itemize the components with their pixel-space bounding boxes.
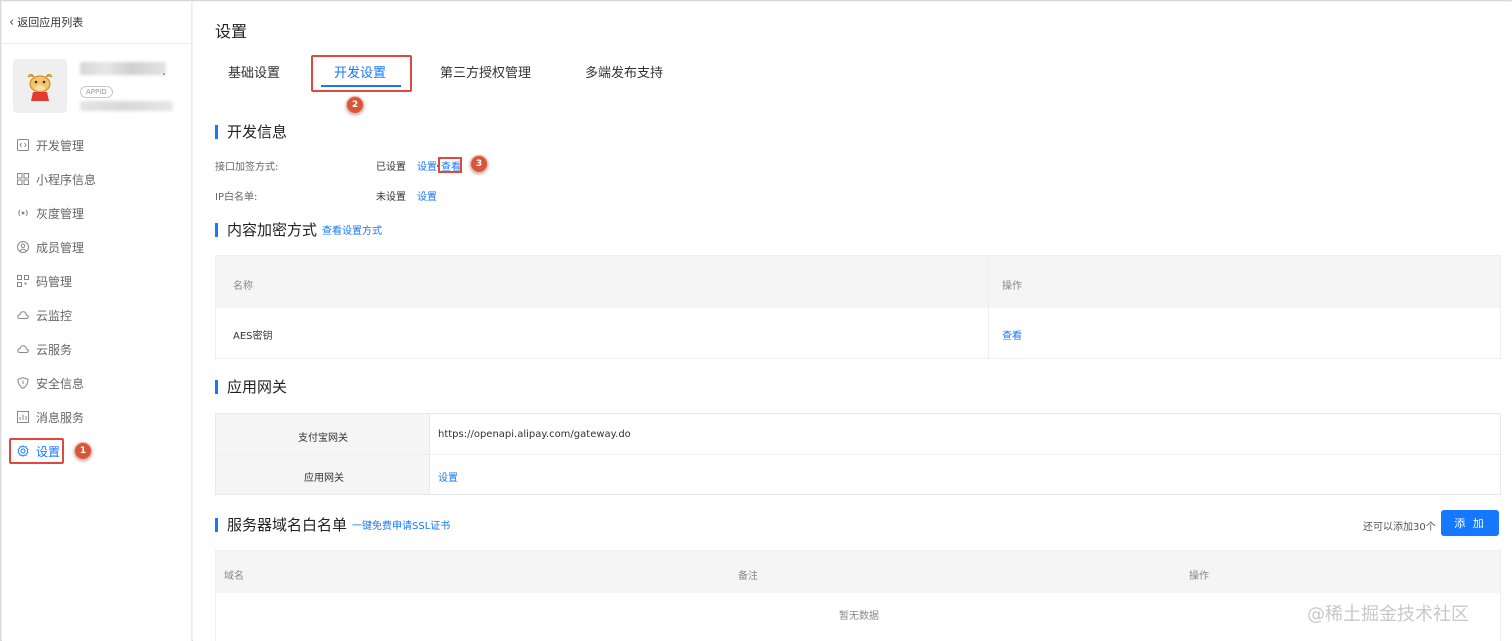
section-title: 服务器域名白名单 xyxy=(227,516,348,534)
sidebar-item-label: 云服务 xyxy=(36,342,73,357)
section-marker xyxy=(215,379,218,394)
tab-multi-platform[interactable]: 多端发布支持 xyxy=(585,62,663,81)
api-encrypt-label: 接口加签方式: xyxy=(215,162,279,173)
annotation-badge-1: 1 xyxy=(74,442,92,460)
back-to-app-list-link[interactable]: ‹ 返回应用列表 xyxy=(9,14,83,30)
app-gateway-set-link[interactable]: 设置 xyxy=(438,469,458,484)
qrcode-icon xyxy=(17,275,29,287)
gateway-table: 支付宝网关 https://openapi.alipay.com/gateway… xyxy=(215,413,1501,495)
broadcast-icon xyxy=(18,209,28,217)
section-marker xyxy=(215,124,218,139)
row-divider xyxy=(216,454,1500,455)
section-title: 应用网关 xyxy=(227,378,288,396)
chevron-left-icon: ‹ xyxy=(9,14,15,30)
remaining-count: 还可以添加30个 xyxy=(1363,522,1436,533)
main-panel: 设置 基础设置 开发设置 第三方授权管理 多端发布支持 2 开发信息 接口加签方… xyxy=(193,2,1512,641)
section-title: 开发信息 xyxy=(227,123,288,141)
app-avatar xyxy=(13,59,67,113)
col-remark-header: 备注 xyxy=(738,571,758,582)
sidebar-item-label: 成员管理 xyxy=(36,240,85,255)
cloud-icon xyxy=(17,345,29,353)
sidebar-item-member-management[interactable]: 成员管理 xyxy=(17,232,84,262)
section-gateway: 应用网关 xyxy=(215,376,287,397)
ip-whitelist-status: 未设置 xyxy=(376,192,406,203)
table-header xyxy=(216,256,1500,308)
app-name-masked xyxy=(80,62,166,75)
aes-key-view-link[interactable]: 查看 xyxy=(1002,327,1022,342)
view-link-highlight-box xyxy=(438,157,462,173)
sidebar-item-security-info[interactable]: 安全信息 xyxy=(17,368,84,398)
col-action-header: 操作 xyxy=(1189,571,1209,582)
alipay-gateway-label: 支付宝网关 xyxy=(298,433,348,444)
cloud-icon xyxy=(17,311,29,319)
sidebar-item-label: 开发管理 xyxy=(36,138,85,153)
divider xyxy=(2,43,192,44)
grid-icon xyxy=(17,173,29,185)
table-header xyxy=(216,551,1500,593)
sidebar-item-dev-management[interactable]: 开发管理 xyxy=(17,130,84,160)
annotation-badge-3: 3 xyxy=(470,155,488,173)
sidebar-item-code-management[interactable]: 码管理 xyxy=(17,266,72,296)
empty-state-text: 暂无数据 xyxy=(839,611,879,622)
sidebar-item-label: 云监控 xyxy=(36,308,73,323)
tab-highlight-box xyxy=(311,55,412,92)
section-dev-info: 开发信息 xyxy=(215,121,287,142)
view-setup-method-link[interactable]: 查看设置方式 xyxy=(322,222,382,237)
sidebar-item-cloud-monitor[interactable]: 云监控 xyxy=(17,300,72,330)
sidebar-item-label: 码管理 xyxy=(36,274,73,289)
aes-key-name: AES密钥 xyxy=(233,331,273,342)
sidebar-item-label: 消息服务 xyxy=(36,410,85,425)
app-gateway-label: 应用网关 xyxy=(304,473,344,484)
column-divider xyxy=(988,256,989,358)
col-action-header: 操作 xyxy=(1002,281,1022,292)
cow-mascot-icon xyxy=(27,74,53,101)
sidebar-item-miniapp-info[interactable]: 小程序信息 xyxy=(17,164,96,194)
col-name-header: 名称 xyxy=(233,281,253,292)
sidebar-item-label: 灰度管理 xyxy=(36,206,85,221)
annotation-badge-2: 2 xyxy=(346,96,364,114)
sidebar: ‹ 返回应用列表 . APPID 开发管理 小程序信息 灰度管理 成员管理 码管… xyxy=(2,2,192,641)
section-content-encrypt: 内容加密方式 查看设置方式 xyxy=(215,219,382,240)
sidebar-item-label: 安全信息 xyxy=(36,376,85,391)
section-marker xyxy=(215,222,218,237)
user-circle-icon xyxy=(17,241,29,253)
ip-whitelist-label: IP白名单: xyxy=(215,192,258,203)
shield-icon xyxy=(17,377,29,389)
watermark: @稀土掘金技术社区 xyxy=(1307,604,1469,625)
chart-icon xyxy=(17,411,29,423)
api-encrypt-set-link[interactable]: 设置 xyxy=(417,158,437,173)
content-encrypt-table: 名称 操作 AES密钥 查看 xyxy=(215,255,1501,359)
section-title: 内容加密方式 xyxy=(227,221,318,239)
sidebar-item-label: 小程序信息 xyxy=(36,172,97,187)
page-title: 设置 xyxy=(215,22,248,41)
ssl-cert-link[interactable]: 一键免费申请SSL证书 xyxy=(352,517,450,532)
api-encrypt-status: 已设置 xyxy=(376,162,406,173)
col-domain-header: 域名 xyxy=(224,571,244,582)
appid-masked xyxy=(80,101,173,111)
app-name-suffix: . xyxy=(162,64,166,78)
code-icon xyxy=(17,139,29,151)
sidebar-item-gray-release[interactable]: 灰度管理 xyxy=(17,198,84,228)
domain-whitelist-table: 域名 备注 操作 xyxy=(215,550,1501,641)
alipay-gateway-url: https://openapi.alipay.com/gateway.do xyxy=(438,429,631,440)
sidebar-item-cloud-service[interactable]: 云服务 xyxy=(17,334,72,364)
sidebar-item-message-service[interactable]: 消息服务 xyxy=(17,402,84,432)
add-domain-button[interactable]: 添 加 xyxy=(1441,510,1499,536)
back-label: 返回应用列表 xyxy=(17,16,84,29)
tab-third-party-auth[interactable]: 第三方授权管理 xyxy=(440,62,531,81)
app-frame: ‹ 返回应用列表 . APPID 开发管理 小程序信息 灰度管理 成员管理 码管… xyxy=(0,0,1512,641)
ip-whitelist-set-link[interactable]: 设置 xyxy=(417,188,437,203)
section-marker xyxy=(215,517,218,532)
appid-badge: APPID xyxy=(80,86,113,98)
settings-highlight-box xyxy=(9,438,64,464)
section-domain-whitelist: 服务器域名白名单 一键免费申请SSL证书 xyxy=(215,514,450,535)
tab-basic-settings[interactable]: 基础设置 xyxy=(228,62,280,81)
